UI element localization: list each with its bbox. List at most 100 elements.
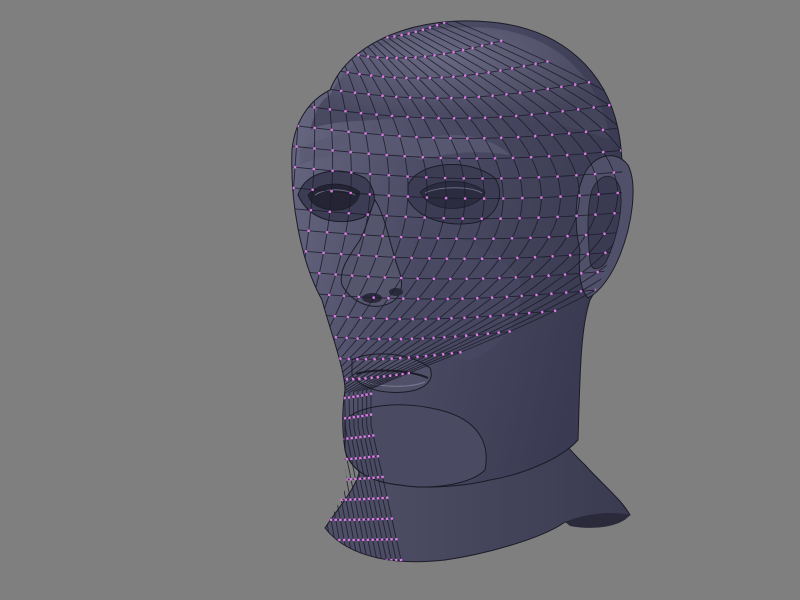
mesh-vertex [432,277,436,281]
mesh-vertex [433,54,436,57]
mesh-vertex [659,228,662,231]
mesh-vertex [320,314,324,317]
mesh-vertex [688,164,691,167]
mesh-vertex [421,155,425,159]
mesh-vertex [340,478,344,481]
mesh-vertex [428,26,432,29]
mesh-vertex [489,314,492,318]
mesh-vertex [350,457,353,461]
mesh-vertex [669,166,672,169]
mesh-vertex [640,230,643,233]
mesh-vertex [563,273,567,276]
mesh-vertex [367,93,371,96]
mesh-vertex [314,377,318,380]
mesh-vertex [385,317,389,321]
mesh-vertex [464,334,468,338]
mesh-vertex [347,130,350,133]
mesh-vertex [339,89,343,93]
mesh-vertex [371,36,375,40]
mesh-vertex [285,496,288,499]
mesh-vertex [575,214,578,218]
mesh-vertex [499,69,502,72]
mesh-vertex [319,46,322,50]
mesh-vertex [309,417,313,421]
mesh-vertex [331,418,334,421]
mesh-vertex [399,356,402,360]
mesh-vertex [339,417,343,421]
mesh-vertex [404,215,408,219]
mesh-vertex [370,376,374,380]
mesh-vertex [363,477,366,480]
mesh-vertex [326,498,329,502]
mesh-vertex [284,374,287,377]
mesh-vertex [452,117,456,120]
mesh-vertex [300,417,304,420]
mesh-vertex [280,331,283,334]
mesh-vertex [323,335,327,338]
mesh-vertex [335,417,338,421]
mesh-vertex [307,312,311,316]
mesh-vertex [369,74,373,77]
mesh-vertex [375,254,378,258]
viewport-canvas[interactable] [0,0,800,600]
mesh-vertex [295,476,299,480]
mesh-vertex [333,314,337,318]
mesh-vertex [327,478,330,482]
mesh-vertex [604,251,607,255]
mesh-vertex [520,294,523,298]
mesh-vertex [381,496,384,500]
mesh-vertex [483,116,487,119]
mesh-vertex [388,374,392,378]
mesh-vertex [580,272,583,275]
mesh-vertex [518,176,522,180]
mesh-vertex [537,176,541,179]
mesh-vertex [636,125,639,128]
mesh-vertex [395,537,398,541]
mesh-vertex [317,558,321,562]
mesh-vertex [371,517,375,521]
mesh-vertex [395,373,398,377]
mesh-vertex [416,297,420,301]
mesh-vertex [579,290,583,293]
mesh-vertex [363,435,367,438]
mesh-vertex [395,56,398,60]
mesh-vertex [311,437,315,441]
mesh-vertex [441,353,445,356]
mesh-vertex [360,394,364,397]
mesh-vertex [359,456,362,460]
mesh-vertex [324,438,328,441]
mesh-vertex [338,538,341,542]
mesh-vertex [433,353,436,357]
mesh-vertex [300,21,304,24]
mesh-vertex [497,331,501,334]
mesh-vertex [321,356,325,359]
mesh-vertex [373,357,376,361]
mesh-vertex [273,393,276,396]
mesh-vertex [480,257,484,261]
mesh-vertex [657,247,660,250]
mesh-vertex [279,414,282,417]
mesh-vertex [322,67,326,70]
mesh-vertex [297,456,300,460]
mesh-vertex [406,175,409,178]
mesh-vertex [450,352,454,355]
mesh-vertex [650,168,653,171]
mesh-vertex [385,538,389,541]
mesh-vertex [269,330,272,333]
mesh-vertex [282,102,285,105]
mesh-vertex [573,83,577,86]
mesh-vertex [597,193,600,196]
mesh-vertex [416,277,419,280]
mesh-vertex [390,558,393,562]
mesh-vertex [421,116,425,119]
mesh-vertex [486,332,490,336]
mesh-vertex [459,351,462,354]
mesh-vertex [343,518,347,522]
mesh-vertex [312,167,316,171]
ear-mesh[interactable] [575,155,634,299]
mesh-vertex [339,397,342,400]
mesh-vertex [359,435,362,439]
mesh-vertex [537,216,540,219]
3d-viewport[interactable] [0,0,800,600]
mesh-vertex [322,418,325,421]
